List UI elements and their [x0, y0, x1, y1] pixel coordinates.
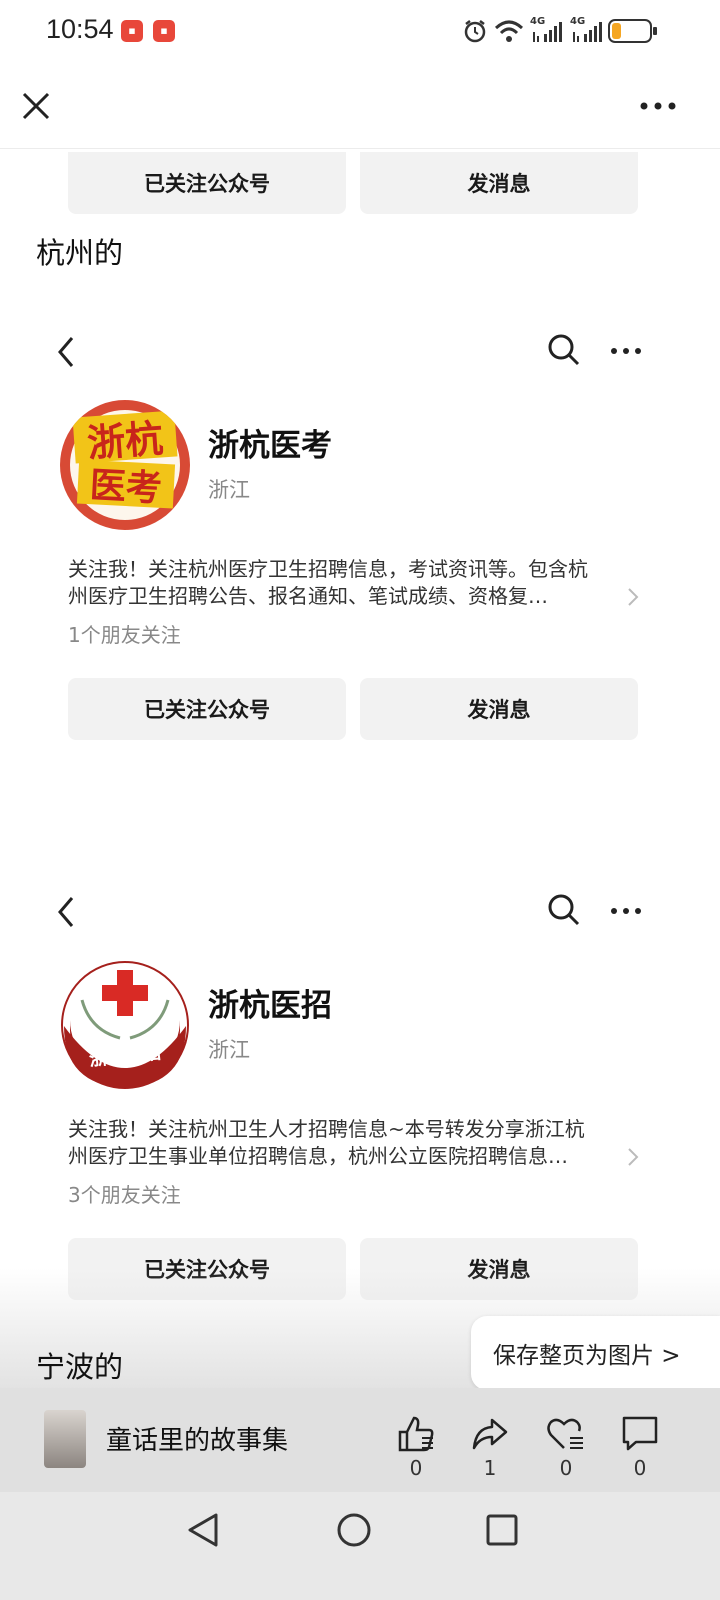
- send-message-button[interactable]: 发消息: [360, 152, 638, 214]
- top-divider: [0, 148, 720, 149]
- back-arrow-icon[interactable]: [52, 332, 82, 372]
- signal-icon: [533, 22, 562, 42]
- description-line: 关注我！关注杭州医疗卫生招聘信息，考试资讯等。包含杭: [68, 557, 588, 581]
- notification-app-icon: ▪: [121, 20, 143, 42]
- account-logo-1[interactable]: 浙杭 医考: [60, 400, 190, 530]
- back-arrow-icon[interactable]: [52, 892, 82, 932]
- author-name[interactable]: 童话里的故事集: [106, 1420, 288, 1457]
- account-description[interactable]: 关注我！关注杭州卫生人才招聘信息~本号转发分享浙江杭 州医疗卫生事业单位招聘信息…: [68, 1116, 634, 1170]
- share-icon[interactable]: [470, 1414, 510, 1454]
- red-cross-logo: [61, 961, 189, 1089]
- section-title-hangzhou: 杭州的: [36, 236, 124, 270]
- card-more-icon[interactable]: [608, 904, 644, 918]
- favorite-count: 0: [559, 1456, 573, 1480]
- description-line: 州医疗卫生事业单位招聘信息，杭州公立医院招聘信息…: [68, 1144, 568, 1168]
- status-bar: 10:54 ▪ ▪ 4G 4G: [0, 0, 720, 64]
- nav-back-icon[interactable]: [186, 1512, 220, 1548]
- section-title-ningbo: 宁波的: [36, 1350, 124, 1384]
- thumbs-up-icon[interactable]: [396, 1414, 436, 1454]
- share-count: 1: [483, 1456, 497, 1480]
- friends-following: 1个朋友关注: [68, 623, 181, 647]
- search-icon[interactable]: [546, 332, 582, 368]
- account-region: 浙江: [208, 1038, 250, 1062]
- alarm-icon: [464, 20, 486, 43]
- account-name: 浙杭医招: [208, 988, 332, 1024]
- close-icon[interactable]: [18, 88, 54, 124]
- account-region: 浙江: [208, 478, 250, 502]
- more-options-icon[interactable]: [636, 94, 680, 118]
- search-icon[interactable]: [546, 892, 582, 928]
- account-name: 浙杭医考: [208, 428, 332, 464]
- account-card-1: 浙杭 医考 浙杭医考 浙江 关注我！关注杭州医疗卫生招聘信息，考试资讯等。包含杭…: [0, 320, 720, 760]
- description-line: 州医疗卫生招聘公告、报名通知、笔试成绩、资格复…: [68, 584, 548, 608]
- account-logo-2[interactable]: 浙杭医招: [60, 960, 190, 1090]
- follow-account-button[interactable]: 已关注公众号: [68, 152, 346, 214]
- battery-icon: [608, 19, 657, 43]
- friends-following: 3个朋友关注: [68, 1183, 181, 1207]
- account-description[interactable]: 关注我！关注杭州医疗卫生招聘信息，考试资讯等。包含杭 州医疗卫生招聘公告、报名通…: [68, 556, 634, 610]
- description-line: 关注我！关注杭州卫生人才招聘信息~本号转发分享浙江杭: [68, 1117, 585, 1141]
- comment-icon[interactable]: [620, 1414, 660, 1454]
- send-message-button[interactable]: 发消息: [360, 678, 638, 740]
- follow-account-button[interactable]: 已关注公众号: [68, 678, 346, 740]
- wifi-icon: [494, 20, 524, 42]
- account-card-2: 浙杭医招 浙杭医招 浙江 关注我！关注杭州卫生人才招聘信息~本号转发分享浙江杭 …: [0, 880, 720, 1300]
- card-more-icon[interactable]: [608, 344, 644, 358]
- heart-icon[interactable]: [546, 1414, 586, 1454]
- signal-icon-2: [573, 22, 602, 42]
- save-page-as-image-button[interactable]: 保存整页为图片 >: [471, 1316, 720, 1390]
- author-avatar[interactable]: [44, 1410, 86, 1468]
- nav-recents-icon[interactable]: [486, 1514, 518, 1546]
- comment-count: 0: [633, 1456, 647, 1480]
- notification-app-icon-2: ▪: [153, 20, 175, 42]
- chevron-right-icon[interactable]: [626, 586, 640, 608]
- status-time: 10:54: [46, 14, 114, 44]
- chevron-right-icon[interactable]: [626, 1146, 640, 1168]
- nav-home-icon[interactable]: [336, 1512, 372, 1548]
- like-count: 0: [409, 1456, 423, 1480]
